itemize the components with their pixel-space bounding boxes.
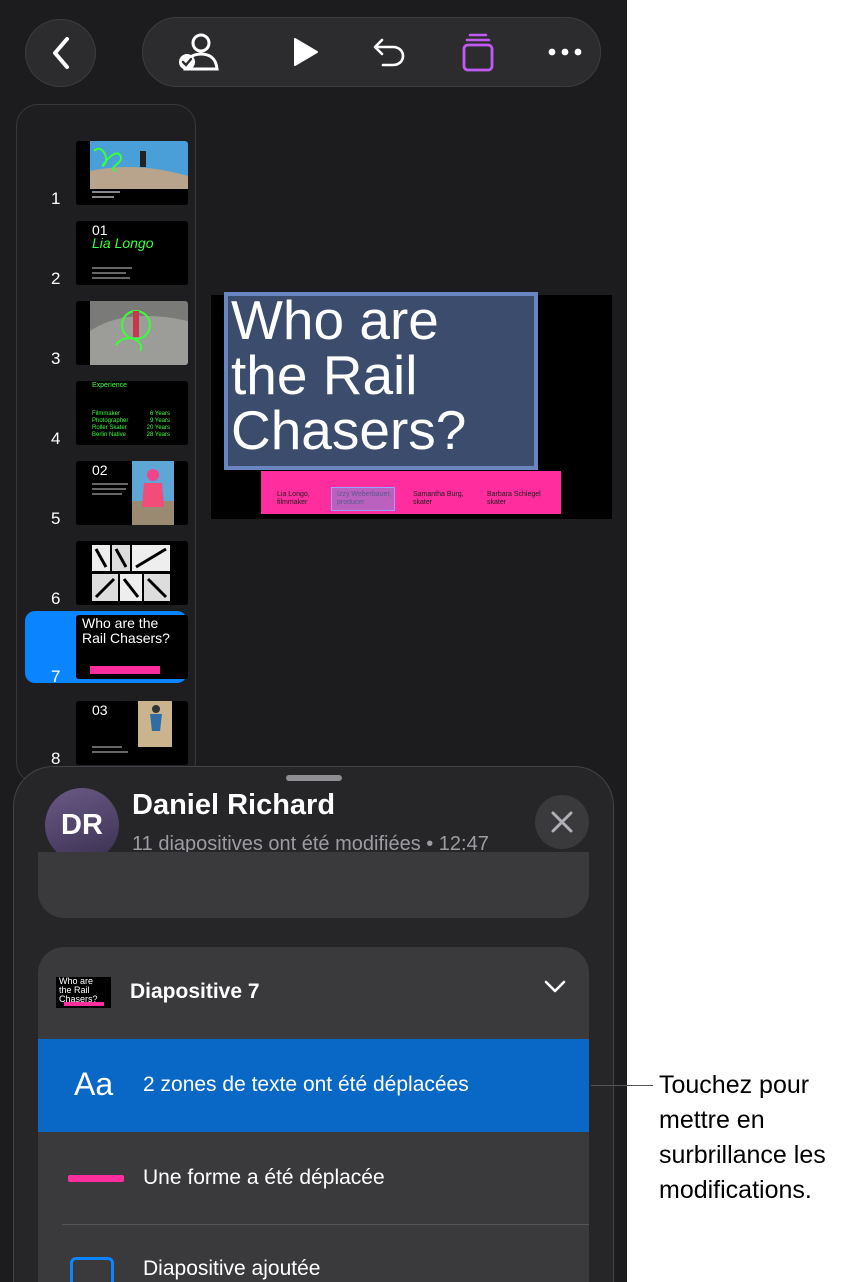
title-text-box[interactable]: Who are the Rail Chasers? — [224, 292, 538, 470]
slide-5-preview: 02 — [76, 461, 188, 525]
change-label: Une forme a été déplacée — [143, 1166, 385, 1189]
experience-row: Photographer 9 Years — [92, 418, 170, 424]
close-button[interactable] — [535, 795, 589, 849]
slide-number: 6 — [51, 589, 61, 608]
person-check-icon — [179, 33, 219, 71]
back-button[interactable] — [25, 19, 96, 87]
slide-2-preview: 01 Lia Longo — [76, 221, 188, 285]
play-icon — [294, 38, 318, 66]
person-label: Lia Longo, filmmaker — [277, 491, 310, 506]
collaborate-button[interactable] — [169, 18, 229, 86]
experience-row: Berlin Native 28 Years — [92, 432, 170, 438]
change-row-slide-added[interactable]: Diapositive ajoutée — [38, 1225, 589, 1282]
slide-number: 4 — [51, 429, 61, 448]
chevron-left-icon — [52, 37, 69, 69]
change-label: Diapositive ajoutée — [143, 1257, 321, 1280]
card-title: Diapositive 7 — [130, 980, 260, 1003]
slide-thumbnail[interactable]: 8 03 — [25, 693, 188, 768]
experience-row: Roller Skater 20 Years — [92, 425, 170, 431]
slide-change-card[interactable]: Who are the Rail Chasers? Diapositive 7 Aa… — [38, 947, 589, 1282]
callout-line — [591, 1085, 653, 1086]
slide-name: Lia Longo — [92, 235, 154, 251]
more-button[interactable] — [535, 18, 595, 86]
slide-number: 3 — [51, 349, 61, 368]
slide-heading: Experience — [92, 382, 128, 389]
slide-navigator[interactable]: 1 2 01 Lia Longo 3 4 Experience Filmmake… — [16, 104, 196, 784]
slide-6-preview — [76, 541, 188, 605]
avatar: DR — [45, 788, 119, 862]
slide-number: 1 — [51, 189, 61, 208]
slide-3-preview — [76, 301, 188, 365]
change-label: 2 zones de texte ont été déplacées — [143, 1073, 469, 1096]
person-label: Barbara Schlegel skater — [487, 491, 541, 506]
callout-text: Touchez pour mettre en surbrillance les … — [659, 1068, 864, 1208]
slide-thumbnail[interactable]: 3 — [25, 293, 188, 368]
user-name: Daniel Richard — [132, 789, 336, 821]
close-icon — [551, 811, 573, 833]
toolbar — [142, 17, 601, 87]
undo-icon — [373, 38, 405, 67]
slide-big-number: 03 — [92, 702, 108, 718]
activity-sheet[interactable]: DR Daniel Richard 11 diapositives ont ét… — [13, 766, 614, 1282]
slide-8-preview: 03 — [76, 701, 188, 765]
slide-number: 5 — [51, 509, 61, 528]
text-icon: Aa — [74, 1066, 114, 1102]
slide-7-preview: Who are the Rail Chasers? — [76, 615, 188, 679]
title-line: Who are — [231, 289, 439, 351]
people-shape[interactable]: Lia Longo,filmmakerIzzy Weberbauer,produ… — [261, 471, 561, 514]
slide-thumbnail[interactable]: 1 — [25, 133, 188, 208]
previous-change-card[interactable] — [38, 852, 589, 918]
slide-thumbnail-selected[interactable]: 7 Who are the Rail Chasers? — [25, 611, 188, 686]
undo-button[interactable] — [359, 18, 419, 86]
card-slide-thumbnail: Who are the Rail Chasers? — [56, 977, 111, 1008]
slide-1-preview — [76, 141, 188, 205]
moved-text-highlight — [331, 487, 395, 511]
slide-thumbnail[interactable]: 2 01 Lia Longo — [25, 213, 188, 288]
callout-line-text: mettre en — [659, 1106, 765, 1134]
format-button[interactable] — [448, 18, 508, 86]
change-row-shape-moved[interactable]: Une forme a été déplacée — [38, 1132, 589, 1225]
experience-row: Filmmaker 6 Years — [92, 411, 170, 417]
shape-line-icon — [68, 1175, 124, 1182]
slide-added-icon — [70, 1257, 114, 1282]
slide-4-preview: Experience Filmmaker 6 Years Photographer 9… — [76, 381, 188, 445]
callout-line-text: surbrillance les — [659, 1141, 826, 1169]
change-row-text-moved[interactable]: Aa 2 zones de texte ont été déplacées — [38, 1039, 589, 1132]
slide-number: 7 — [51, 667, 61, 686]
title-line: the Rail — [231, 344, 418, 406]
slide-big-number: 02 — [92, 462, 108, 478]
sheet-grabber[interactable] — [286, 775, 342, 781]
slide-thumbnail[interactable]: 6 — [25, 533, 188, 608]
keynote-app: 1 2 01 Lia Longo 3 4 Experience Filmmake… — [0, 0, 627, 1282]
slide-title: Who are the Rail Chasers? — [231, 293, 466, 458]
play-button[interactable] — [275, 18, 335, 86]
title-line: Chasers? — [231, 399, 467, 461]
slide-canvas[interactable]: Who are the Rail Chasers? Lia Longo, filmma… — [211, 292, 612, 519]
slide-number: 2 — [51, 269, 61, 288]
document-icon — [462, 33, 494, 72]
callout-line-text: modifications. — [659, 1176, 812, 1204]
person-label: Samantha Burg, skater — [413, 491, 464, 506]
slide-thumbnail[interactable]: 4 Experience Filmmaker 6 Years Photographe… — [25, 373, 188, 448]
chevron-down-icon[interactable] — [543, 979, 567, 995]
more-icon — [548, 48, 582, 56]
slide-thumbnail[interactable]: 5 02 — [25, 453, 188, 528]
callout-line-text: Touchez pour — [659, 1071, 810, 1099]
